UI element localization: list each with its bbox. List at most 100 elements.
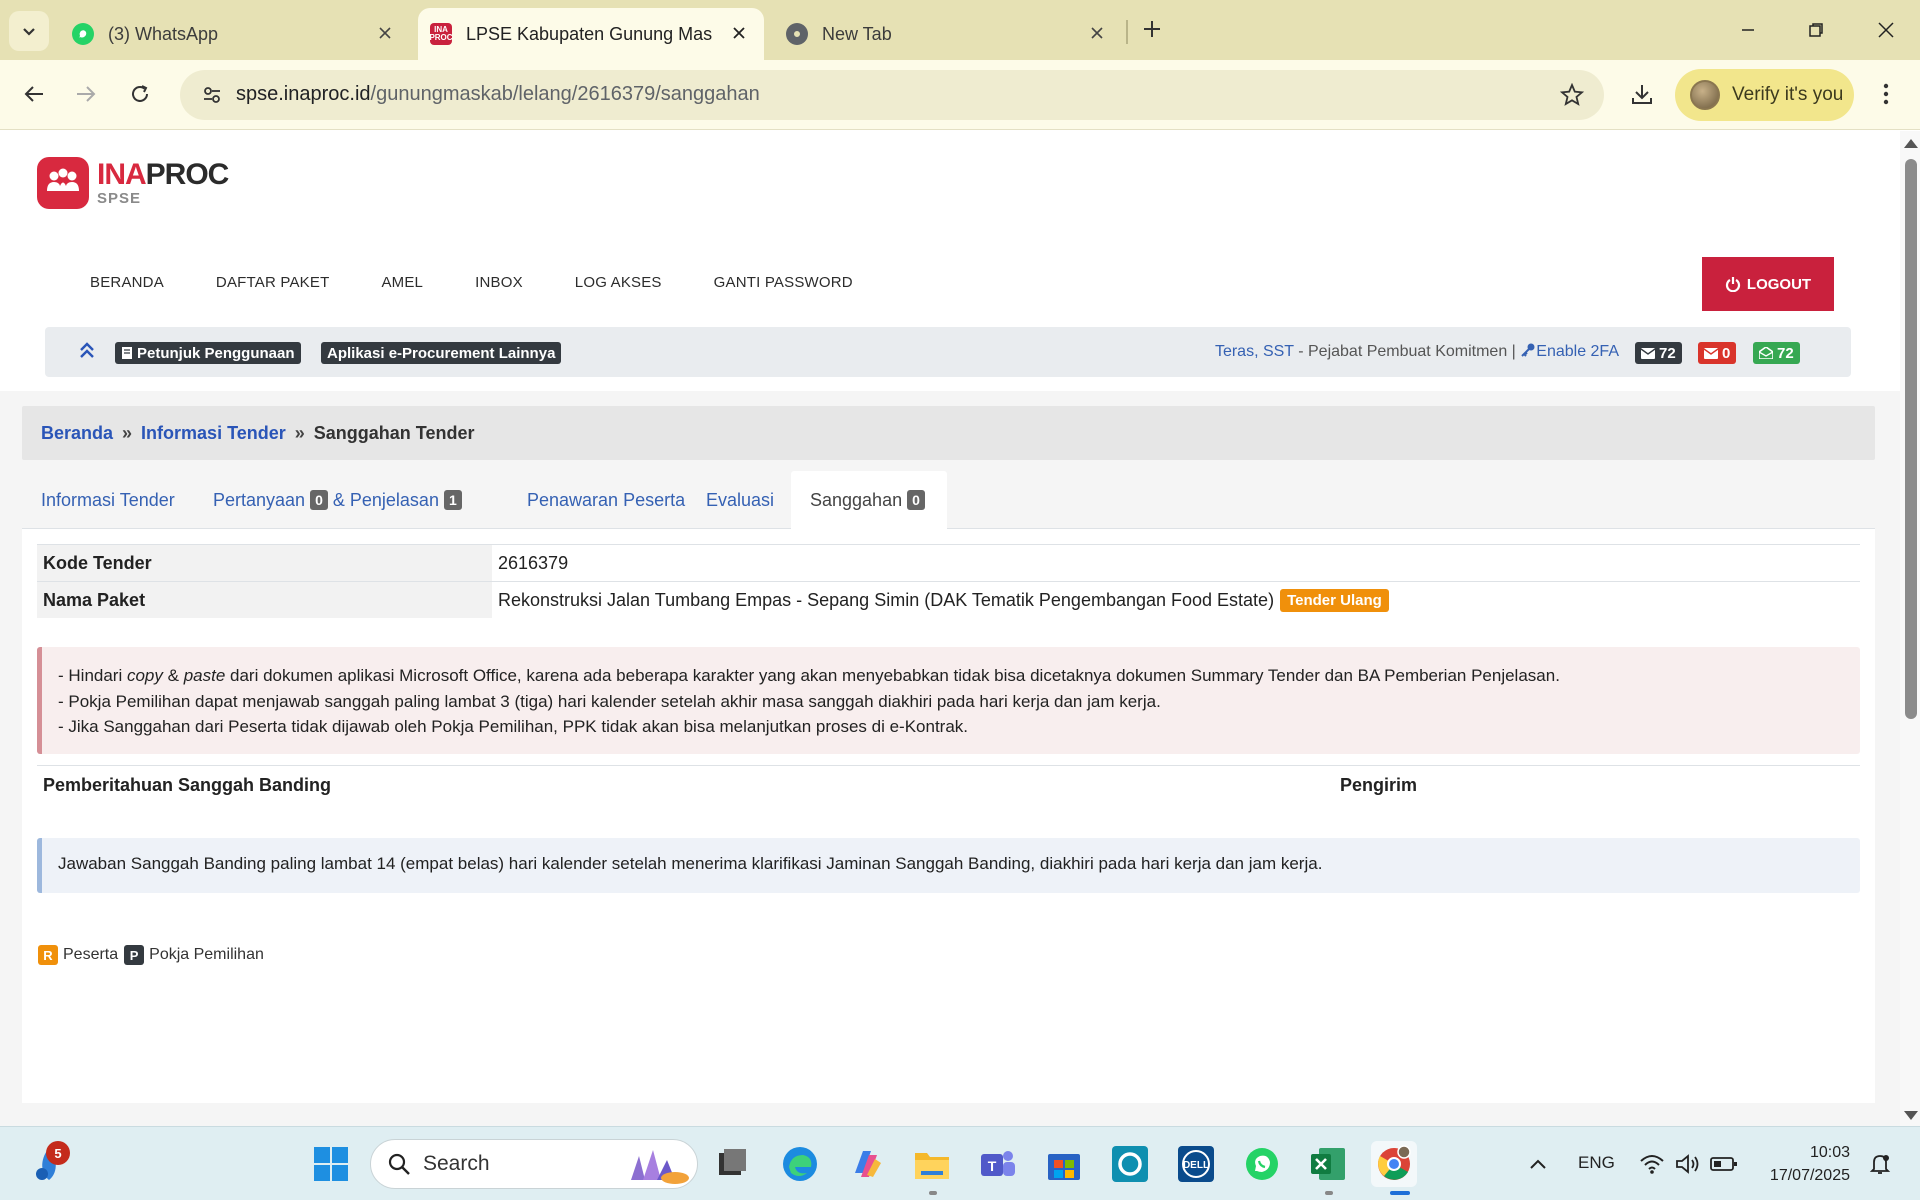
scroll-up-arrow[interactable]	[1904, 139, 1918, 148]
breadcrumb-separator: »	[122, 422, 133, 443]
clock-time: 10:03	[1809, 1144, 1850, 1161]
more-vert-icon	[1883, 83, 1889, 105]
close-window-button[interactable]	[1860, 8, 1912, 52]
scroll-down-arrow[interactable]	[1904, 1111, 1918, 1120]
restore-icon	[1809, 23, 1823, 37]
cortana-icon[interactable]	[1107, 1141, 1153, 1187]
envelope-icon	[1704, 347, 1718, 359]
tab-whatsapp[interactable]: (3) WhatsApp	[62, 8, 410, 60]
scroll-thumb[interactable]	[1905, 159, 1917, 719]
copilot-icon[interactable]	[843, 1141, 889, 1187]
logo-ina: INA	[97, 158, 147, 191]
verify-label: Verify it's you	[1732, 84, 1844, 105]
excel-icon[interactable]	[1305, 1141, 1351, 1187]
logo-subtitle: SPSE	[97, 190, 142, 207]
browser-toolbar: spse.inaproc.id/gunungmaskab/lelang/2616…	[0, 60, 1920, 130]
unread-count-badge[interactable]: 0	[1698, 342, 1737, 364]
inbox-count-badge[interactable]: 72	[1635, 342, 1682, 364]
restore-button[interactable]	[1790, 8, 1842, 52]
tab-lpse[interactable]: INA PROC LPSE Kabupaten Gunung Mas	[418, 8, 764, 60]
reload-button[interactable]	[120, 74, 160, 114]
new-tab-button[interactable]	[1135, 12, 1169, 46]
enable-2fa-link[interactable]: Enable 2FA	[1536, 343, 1619, 360]
breadcrumb-current: Sanggahan Tender	[313, 422, 475, 443]
url-text: spse.inaproc.id/gunungmaskab/lelang/2616…	[236, 83, 760, 106]
teams-icon[interactable]: T	[975, 1141, 1021, 1187]
breadcrumb-informasi-tender[interactable]: Informasi Tender	[141, 423, 286, 444]
edge-icon[interactable]	[777, 1141, 823, 1187]
nav-daftar-paket[interactable]: DAFTAR PAKET	[190, 274, 356, 291]
close-icon[interactable]	[728, 22, 750, 44]
microsoft-store-icon[interactable]	[1041, 1141, 1087, 1187]
start-button[interactable]	[308, 1141, 354, 1187]
language-indicator[interactable]: ENG	[1578, 1153, 1615, 1173]
profile-avatar	[1690, 80, 1720, 110]
tab-new-tab[interactable]: New Tab	[774, 8, 1122, 60]
chrome-menu-button[interactable]	[1866, 74, 1906, 114]
tab-penawaran-peserta[interactable]: Penawaran Peserta	[508, 471, 704, 529]
petunjuk-penggunaan-link[interactable]: Petunjuk Penggunaan	[115, 342, 301, 364]
tab-search-button[interactable]	[9, 11, 49, 51]
nav-beranda[interactable]: BERANDA	[64, 274, 190, 291]
kode-tender-value: 2616379	[498, 552, 569, 573]
read-count-badge[interactable]: 72	[1753, 342, 1800, 364]
nav-ganti-password[interactable]: GANTI PASSWORD	[688, 274, 879, 291]
close-icon[interactable]	[1086, 22, 1108, 44]
battery-icon[interactable]	[1701, 1141, 1747, 1187]
unread-count: 0	[1722, 344, 1731, 362]
chevron-up-icon[interactable]	[1515, 1141, 1561, 1187]
page-scrollbar[interactable]	[1900, 131, 1920, 1126]
count-badge: 0	[310, 490, 328, 510]
legend-p-label: Pokja Pemilihan	[149, 946, 264, 963]
main-navigation: BERANDA DAFTAR PAKET AMEL INBOX LOG AKSE…	[64, 274, 879, 291]
tab-evaluasi[interactable]: Evaluasi	[687, 471, 793, 529]
bookmark-star-icon[interactable]	[1556, 79, 1588, 111]
tab-informasi-tender[interactable]: Informasi Tender	[22, 471, 194, 529]
verify-profile-chip[interactable]: Verify it's you	[1675, 69, 1854, 121]
close-icon[interactable]	[374, 22, 396, 44]
taskbar-search[interactable]: Search	[370, 1139, 698, 1189]
search-highlight-icon	[631, 1150, 689, 1184]
logout-button[interactable]: LOGOUT	[1702, 257, 1834, 311]
user-role: - Pejabat Pembuat Komitmen |	[1293, 343, 1521, 360]
logo-proc: PROC	[145, 158, 230, 191]
address-bar[interactable]: spse.inaproc.id/gunungmaskab/lelang/2616…	[180, 70, 1604, 120]
tab-pertanyaan-penjelasan[interactable]: Pertanyaan 0 & Penjelasan 1	[194, 471, 486, 529]
envelope-open-icon	[1759, 347, 1773, 359]
downloads-button[interactable]	[1622, 74, 1662, 114]
forward-button[interactable]	[66, 74, 106, 114]
nav-inbox[interactable]: INBOX	[449, 274, 549, 291]
back-button[interactable]	[14, 74, 54, 114]
user-name-link[interactable]: Teras, SST	[1215, 343, 1294, 360]
double-chevron-up-icon[interactable]	[79, 341, 95, 359]
system-clock[interactable]: 10:03 17/07/2025	[1752, 1141, 1850, 1187]
task-view-icon[interactable]	[709, 1141, 755, 1187]
notification-bell-icon[interactable]	[1857, 1141, 1903, 1187]
arrow-left-icon	[24, 86, 43, 102]
arrow-right-icon	[77, 86, 96, 102]
book-icon	[122, 347, 132, 359]
content-card: Informasi Tender Pertanyaan 0 & Penjelas…	[22, 471, 1875, 1103]
tab-sanggahan[interactable]: Sanggahan 0	[791, 471, 947, 529]
whatsapp-icon[interactable]	[1239, 1141, 1285, 1187]
nama-paket-label: Nama Paket	[37, 582, 492, 618]
legend-r-label: Peserta	[63, 946, 119, 963]
running-indicator	[929, 1191, 937, 1195]
breadcrumb-beranda[interactable]: Beranda	[41, 423, 113, 444]
chrome-icon	[786, 23, 808, 45]
tab-title: LPSE Kabupaten Gunung Mas	[466, 23, 713, 44]
chevron-down-icon	[23, 28, 35, 36]
notice-text: - Hindari	[58, 666, 127, 685]
nav-log-akses[interactable]: LOG AKSES	[549, 274, 688, 291]
site-info-icon[interactable]	[194, 77, 230, 113]
minimize-button[interactable]	[1722, 8, 1774, 52]
chrome-icon[interactable]	[1371, 1141, 1417, 1187]
tab-label: & Penjelasan	[332, 489, 439, 510]
aplikasi-eprocurement-link[interactable]: Aplikasi e-Procurement Lainnya	[321, 342, 562, 364]
dell-icon[interactable]: DELL	[1173, 1141, 1219, 1187]
file-explorer-icon[interactable]	[909, 1141, 955, 1187]
inaproc-favicon: INA PROC	[429, 23, 453, 45]
nav-amel[interactable]: AMEL	[355, 274, 449, 291]
people-group-icon	[47, 168, 79, 191]
inaproc-logo[interactable]: INAPROC SPSE	[37, 157, 230, 209]
